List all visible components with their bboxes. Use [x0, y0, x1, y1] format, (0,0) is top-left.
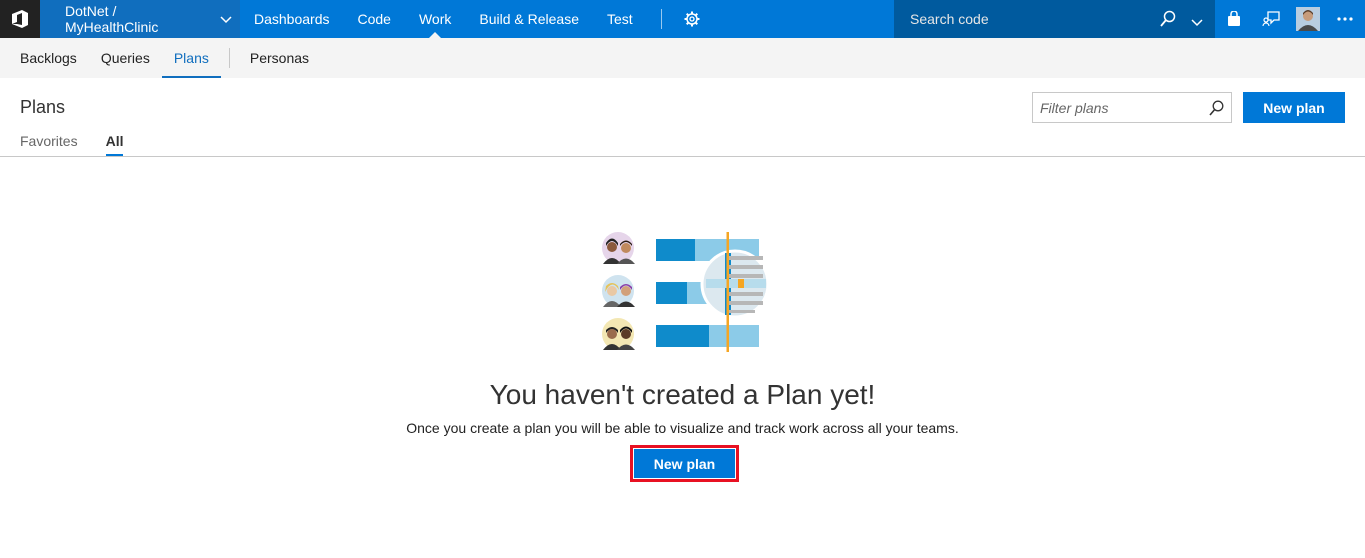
search-icon[interactable] — [1209, 100, 1224, 121]
search-icon[interactable] — [1160, 10, 1176, 32]
code-search-box — [894, 0, 1215, 38]
nav-separator — [660, 9, 662, 29]
page-title: Plans — [20, 97, 66, 117]
chevron-down-icon — [220, 11, 232, 27]
tab-all[interactable]: All — [105, 128, 123, 156]
subnav-backlogs[interactable]: Backlogs — [8, 38, 89, 78]
nav-build-release[interactable]: Build & Release — [465, 0, 593, 38]
top-icon-group — [1215, 0, 1363, 38]
nav-test[interactable]: Test — [593, 0, 647, 38]
chevron-down-icon[interactable] — [1191, 14, 1203, 32]
sub-nav: Backlogs Queries Plans Personas — [0, 38, 1365, 78]
gear-icon[interactable] — [676, 0, 708, 38]
tab-favorites[interactable]: Favorites — [20, 128, 78, 156]
main-nav: Dashboards Code Work Build & Release Tes… — [240, 0, 708, 38]
plans-illustration — [596, 228, 774, 356]
new-plan-button[interactable]: New plan — [1243, 92, 1345, 123]
empty-state-description: Once you create a plan you will be able … — [406, 420, 959, 436]
plans-pivot: Favorites All — [20, 128, 151, 156]
project-selector[interactable]: DotNet / MyHealthClinic — [40, 0, 240, 38]
nav-work[interactable]: Work — [405, 0, 465, 38]
marketplace-bag-icon[interactable] — [1215, 0, 1252, 38]
user-avatar[interactable] — [1289, 0, 1326, 38]
highlight-frame: New plan — [630, 445, 739, 482]
subnav-plans[interactable]: Plans — [161, 38, 221, 78]
nav-code[interactable]: Code — [344, 0, 405, 38]
filter-plans-input[interactable] — [1033, 93, 1203, 122]
subnav-queries[interactable]: Queries — [89, 38, 162, 78]
subnav-separator — [228, 48, 230, 68]
subnav-personas[interactable]: Personas — [238, 38, 321, 78]
empty-state-new-plan-button[interactable]: New plan — [633, 448, 736, 479]
search-input[interactable] — [894, 0, 1144, 38]
project-name: DotNet / MyHealthClinic — [65, 3, 159, 35]
more-icon[interactable] — [1326, 0, 1363, 38]
filter-plans-box — [1032, 92, 1232, 123]
vsts-logo-icon[interactable] — [0, 0, 40, 38]
feedback-icon[interactable] — [1252, 0, 1289, 38]
header-divider — [0, 156, 1365, 157]
nav-dashboards[interactable]: Dashboards — [240, 0, 344, 38]
top-bar: DotNet / MyHealthClinic Dashboards Code … — [0, 0, 1365, 38]
empty-state-title: You haven't created a Plan yet! — [489, 379, 876, 410]
